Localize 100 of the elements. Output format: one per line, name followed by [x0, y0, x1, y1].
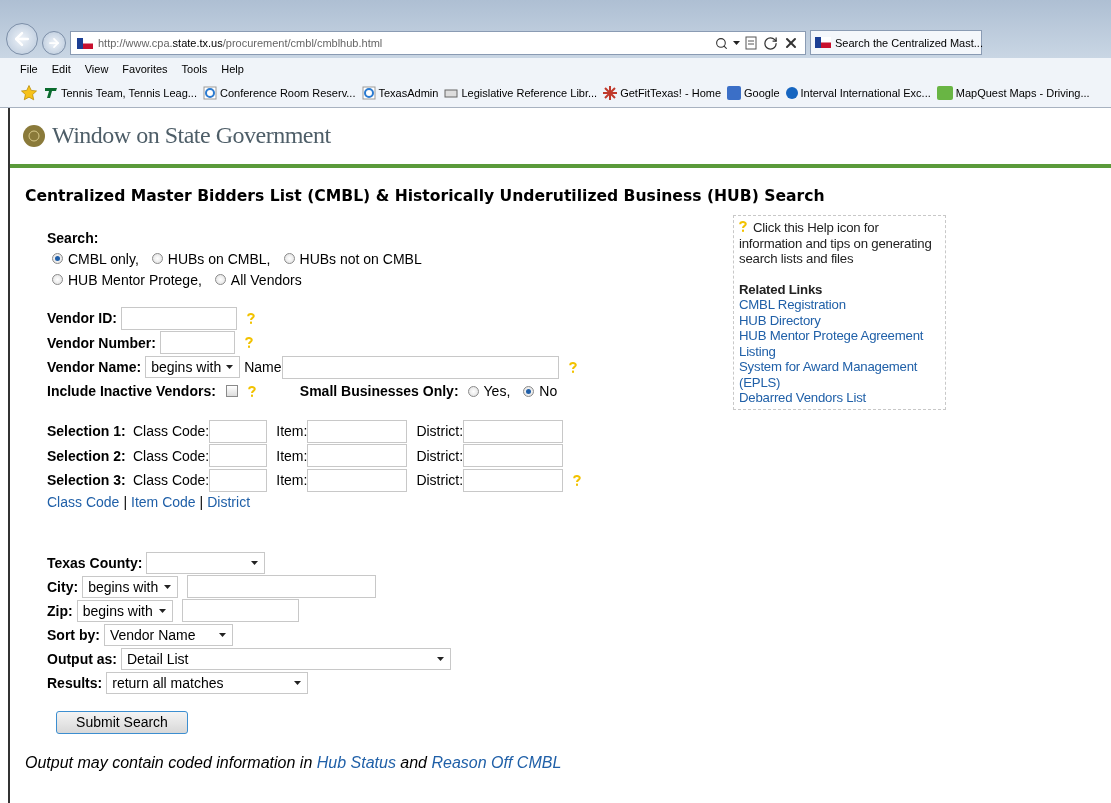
page-heading: Centralized Master Bidders List (CMBL) & Historically Underutilized Business (HUB) Search: [25, 187, 826, 205]
map-icon: [936, 86, 953, 100]
star-icon[interactable]: [20, 84, 38, 102]
help-icon[interactable]: [244, 337, 253, 348]
text-field[interactable]: [181, 599, 299, 622]
field-label: Selection 3:: [47, 472, 127, 489]
help-icon[interactable]: [573, 474, 582, 486]
text-field[interactable]: [463, 444, 564, 468]
field-label: Selection 1:: [47, 423, 127, 440]
field-label: Item:: [276, 472, 308, 489]
related-link[interactable]: HUB Directory: [739, 312, 940, 328]
menu-item[interactable]: Tools: [181, 62, 208, 75]
field-label: Item:: [276, 423, 308, 440]
caret-icon: [733, 41, 740, 45]
radio-button[interactable]: [467, 385, 479, 397]
help-text: Click this Help icon for information and tips on generating search lists and files: [739, 220, 933, 267]
dropdown[interactable]: Vendor Name: [103, 623, 233, 646]
radio-button[interactable]: [151, 253, 163, 264]
text-field[interactable]: [159, 331, 235, 354]
favorite-link[interactable]: Google: [727, 86, 780, 100]
option-label: Yes,: [483, 383, 511, 399]
text-field[interactable]: [121, 306, 237, 330]
dropdown[interactable]: Detail List: [121, 647, 451, 670]
option-label: HUBs not on CMBL: [299, 250, 422, 267]
dropdown[interactable]: begins with: [76, 599, 173, 622]
help-icon[interactable]: [247, 312, 255, 324]
field-label: Class Code:: [133, 447, 210, 464]
help-icon[interactable]: [568, 361, 577, 373]
text-field[interactable]: [209, 444, 268, 468]
favorite-link[interactable]: Legislative Reference Libr...: [444, 87, 598, 99]
field-label: District:: [416, 423, 464, 440]
seal-icon: [22, 123, 46, 148]
favorite-link[interactable]: Conference Room Reserv...: [202, 86, 356, 100]
address-bar[interactable]: http://www.cpa.state.tx.us/procurement/cmbl/cmblhub.html: [70, 31, 806, 55]
reference-link[interactable]: Class Code: [47, 493, 120, 510]
field-label: Results:: [47, 674, 103, 691]
menu-item[interactable]: File: [20, 62, 38, 75]
text-field[interactable]: [307, 444, 408, 468]
page-icon[interactable]: [745, 36, 758, 50]
refresh-icon[interactable]: [763, 35, 778, 51]
text-field[interactable]: [463, 419, 564, 443]
text-field[interactable]: [307, 419, 408, 443]
favorite-link[interactable]: Tennis Team, Tennis Leag...: [44, 87, 197, 99]
caret-icon: [226, 365, 234, 369]
favorite-link[interactable]: GetFitTexas! - Home: [603, 86, 722, 100]
browser-tab[interactable]: Search the Centralized Mast...: [810, 30, 982, 55]
radio-button[interactable]: [52, 274, 63, 285]
caret-icon: [158, 608, 166, 613]
text-field[interactable]: [281, 355, 559, 379]
field-label: Name: [244, 359, 282, 375]
footnote-link[interactable]: Hub Status: [316, 753, 396, 771]
caret-icon: [294, 680, 302, 685]
menu-item[interactable]: View: [84, 62, 109, 75]
checkbox[interactable]: [225, 385, 238, 397]
back-button[interactable]: [6, 23, 38, 55]
related-link[interactable]: Debarred Vendors List: [739, 390, 940, 406]
dropdown[interactable]: [146, 551, 266, 574]
submit-button[interactable]: Submit Search: [56, 710, 188, 734]
text-field[interactable]: [187, 575, 377, 598]
reference-link[interactable]: District: [207, 493, 251, 510]
radio-button[interactable]: [214, 274, 226, 285]
footnote: Output may contain coded information in Hub Status and Reason Off CMBL: [25, 753, 563, 772]
field-label: District:: [416, 472, 464, 489]
favorite-link[interactable]: MapQuest Maps - Driving...: [936, 86, 1090, 100]
circle-icon: [785, 87, 798, 99]
field-label: Zip:: [47, 602, 73, 619]
menu-item[interactable]: Help: [221, 62, 244, 75]
favorite-link[interactable]: Interval International Exc...: [785, 87, 931, 99]
text-field[interactable]: [209, 419, 268, 443]
menu-item[interactable]: Favorites: [122, 62, 168, 75]
related-link[interactable]: HUB Mentor Protege Agreement Listing: [739, 328, 940, 359]
related-link[interactable]: CMBL Registration: [739, 297, 940, 313]
dropdown[interactable]: begins with: [145, 356, 241, 378]
dropdown[interactable]: return all matches: [106, 671, 309, 694]
text-field[interactable]: [463, 468, 564, 492]
field-label: Small Businesses Only:: [299, 383, 459, 399]
radio-button[interactable]: [283, 253, 295, 264]
field-label: City:: [47, 578, 79, 595]
radio-button[interactable]: [52, 253, 63, 264]
favorite-link[interactable]: TexasAdmin: [361, 86, 439, 100]
browser-icon: [202, 86, 217, 100]
flag-icon: [77, 37, 93, 49]
reference-link[interactable]: Item Code: [131, 493, 196, 510]
dropdown[interactable]: begins with: [82, 575, 179, 598]
field-label: Search:: [47, 230, 99, 246]
separator: |: [123, 493, 127, 510]
text-field[interactable]: [209, 468, 268, 492]
search-icon[interactable]: [715, 36, 728, 50]
option-label: CMBL only,: [68, 250, 139, 267]
field-label: Item:: [276, 447, 308, 464]
text-field[interactable]: [307, 468, 408, 492]
footnote-link[interactable]: Reason Off CMBL: [431, 753, 562, 771]
forward-button[interactable]: [42, 31, 66, 55]
help-icon[interactable]: [247, 385, 256, 397]
menu-item[interactable]: Edit: [51, 62, 71, 75]
option-label: No: [539, 383, 558, 399]
forward-arrow-icon: [47, 36, 61, 50]
close-icon[interactable]: [783, 35, 799, 51]
related-link[interactable]: System for Award Management (EPLS): [739, 359, 940, 390]
radio-button[interactable]: [523, 385, 535, 397]
